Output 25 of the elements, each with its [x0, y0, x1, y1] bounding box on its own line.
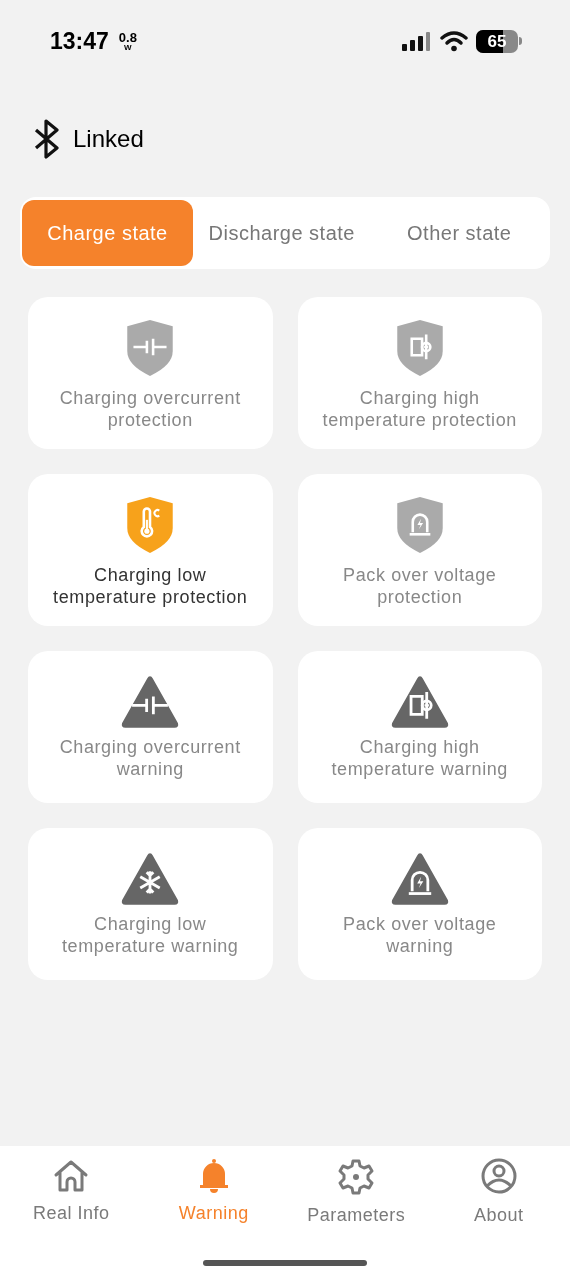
user-icon — [479, 1158, 518, 1196]
state-tab[interactable]: Charge state — [22, 200, 193, 266]
signal-icon — [402, 31, 432, 51]
card-label: Charging overcurrent warning — [58, 736, 242, 780]
connection-status: Linked — [73, 124, 144, 154]
power-unit: W — [124, 43, 132, 52]
card-label: Charging low temperature warning — [61, 913, 240, 957]
card-label: Charging low temperature protection — [52, 564, 249, 608]
card-label: Charging overcurrent protection — [58, 387, 242, 431]
wifi-icon — [440, 30, 468, 52]
card-label: Pack over voltage protection — [342, 564, 498, 608]
status-time: 13:47 — [50, 26, 109, 56]
card-label: Charging high temperature warning — [330, 736, 509, 780]
settings-icon — [337, 1158, 376, 1196]
nav-tab[interactable]: Warning — [142, 1158, 285, 1229]
bluetooth-icon — [33, 119, 61, 159]
state-tab[interactable]: Other state — [370, 200, 548, 266]
card-label: Charging high temperature protection — [321, 387, 518, 431]
nav-tab[interactable]: Real Info — [0, 1158, 143, 1229]
nav-tab[interactable]: Parameters — [285, 1158, 428, 1229]
card-label: Pack over voltage warning — [342, 913, 498, 957]
state-tab[interactable]: Discharge state — [193, 200, 371, 266]
power-rate: 0.8 — [118, 30, 137, 44]
battery-indicator: 65 — [476, 29, 522, 53]
nav-tab[interactable]: About — [427, 1158, 570, 1229]
